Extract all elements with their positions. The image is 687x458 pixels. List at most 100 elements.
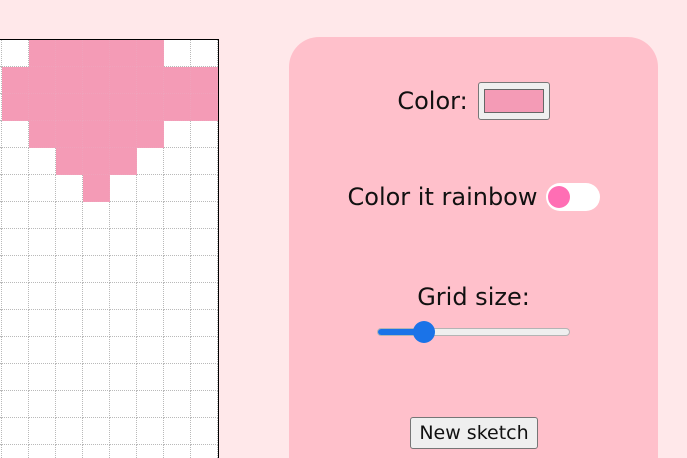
grid-cell[interactable] xyxy=(137,175,164,202)
grid-cell[interactable] xyxy=(29,67,56,94)
grid-cell[interactable] xyxy=(83,418,110,445)
new-sketch-button[interactable]: New sketch xyxy=(410,417,538,449)
grid-cell[interactable] xyxy=(83,175,110,202)
grid-cell[interactable] xyxy=(83,40,110,67)
grid-cell[interactable] xyxy=(110,283,137,310)
grid-cell[interactable] xyxy=(29,202,56,229)
grid-cell[interactable] xyxy=(110,40,137,67)
grid-cell[interactable] xyxy=(83,148,110,175)
grid-cell[interactable] xyxy=(83,310,110,337)
grid-cell[interactable] xyxy=(56,337,83,364)
grid-cell[interactable] xyxy=(83,391,110,418)
grid-cell[interactable] xyxy=(56,283,83,310)
grid-cell[interactable] xyxy=(164,256,191,283)
grid-cell[interactable] xyxy=(164,175,191,202)
grid-cell[interactable] xyxy=(137,337,164,364)
grid-cell[interactable] xyxy=(29,310,56,337)
grid-cell[interactable] xyxy=(29,229,56,256)
grid-cell[interactable] xyxy=(110,67,137,94)
grid-cell[interactable] xyxy=(110,94,137,121)
grid-cell[interactable] xyxy=(191,121,218,148)
grid-cell[interactable] xyxy=(2,148,29,175)
grid-cell[interactable] xyxy=(56,391,83,418)
grid-cell[interactable] xyxy=(164,364,191,391)
grid-cell[interactable] xyxy=(191,67,218,94)
grid-cell[interactable] xyxy=(137,94,164,121)
grid-cell[interactable] xyxy=(110,391,137,418)
grid-cell[interactable] xyxy=(137,418,164,445)
grid-cell[interactable] xyxy=(191,94,218,121)
grid-cell[interactable] xyxy=(164,202,191,229)
grid-cell[interactable] xyxy=(83,445,110,458)
grid-cell[interactable] xyxy=(83,283,110,310)
slider-thumb[interactable] xyxy=(412,321,435,343)
grid-cell[interactable] xyxy=(2,445,29,458)
grid-size-slider[interactable] xyxy=(377,321,570,343)
grid-cell[interactable] xyxy=(83,337,110,364)
grid-cell[interactable] xyxy=(191,337,218,364)
grid-cell[interactable] xyxy=(110,121,137,148)
grid-cell[interactable] xyxy=(110,256,137,283)
grid-cell[interactable] xyxy=(2,94,29,121)
grid-cell[interactable] xyxy=(191,310,218,337)
grid-cell[interactable] xyxy=(164,337,191,364)
grid-cell[interactable] xyxy=(56,445,83,458)
grid-cell[interactable] xyxy=(110,445,137,458)
grid-cell[interactable] xyxy=(191,175,218,202)
grid-cell[interactable] xyxy=(164,94,191,121)
grid-cell[interactable] xyxy=(164,445,191,458)
grid-cell[interactable] xyxy=(29,283,56,310)
grid-cell[interactable] xyxy=(83,67,110,94)
grid-cell[interactable] xyxy=(110,202,137,229)
grid-cell[interactable] xyxy=(110,175,137,202)
grid-cell[interactable] xyxy=(164,283,191,310)
grid-cell[interactable] xyxy=(2,121,29,148)
grid-cell[interactable] xyxy=(164,148,191,175)
grid-cell[interactable] xyxy=(56,202,83,229)
grid-cell[interactable] xyxy=(191,229,218,256)
grid-cell[interactable] xyxy=(191,148,218,175)
grid-cell[interactable] xyxy=(56,310,83,337)
grid-cell[interactable] xyxy=(191,202,218,229)
grid-cell[interactable] xyxy=(2,310,29,337)
grid-cell[interactable] xyxy=(137,67,164,94)
grid-cell[interactable] xyxy=(56,121,83,148)
grid-cell[interactable] xyxy=(137,256,164,283)
grid-cell[interactable] xyxy=(29,148,56,175)
grid-cell[interactable] xyxy=(29,391,56,418)
grid-cell[interactable] xyxy=(29,418,56,445)
grid-cell[interactable] xyxy=(2,229,29,256)
grid-cell[interactable] xyxy=(2,337,29,364)
grid-cell[interactable] xyxy=(56,229,83,256)
grid-cell[interactable] xyxy=(191,364,218,391)
grid-cell[interactable] xyxy=(137,283,164,310)
grid-cell[interactable] xyxy=(83,202,110,229)
grid-cell[interactable] xyxy=(83,229,110,256)
grid-cell[interactable] xyxy=(2,175,29,202)
grid-cell[interactable] xyxy=(29,40,56,67)
grid-cell[interactable] xyxy=(191,256,218,283)
grid-cell[interactable] xyxy=(110,364,137,391)
grid-cell[interactable] xyxy=(137,148,164,175)
grid-cell[interactable] xyxy=(2,67,29,94)
grid-cell[interactable] xyxy=(191,283,218,310)
grid-cell[interactable] xyxy=(56,175,83,202)
sketch-grid[interactable] xyxy=(0,39,219,458)
grid-cell[interactable] xyxy=(29,364,56,391)
grid-cell[interactable] xyxy=(137,364,164,391)
grid-cell[interactable] xyxy=(2,418,29,445)
grid-cell[interactable] xyxy=(29,337,56,364)
grid-cell[interactable] xyxy=(2,202,29,229)
grid-cell[interactable] xyxy=(137,40,164,67)
grid-cell[interactable] xyxy=(110,337,137,364)
grid-cell[interactable] xyxy=(110,148,137,175)
grid-cell[interactable] xyxy=(29,445,56,458)
grid-cell[interactable] xyxy=(2,283,29,310)
grid-cell[interactable] xyxy=(56,94,83,121)
grid-cell[interactable] xyxy=(137,445,164,458)
grid-cell[interactable] xyxy=(191,391,218,418)
grid-cell[interactable] xyxy=(164,391,191,418)
grid-cell[interactable] xyxy=(164,229,191,256)
grid-cell[interactable] xyxy=(83,256,110,283)
grid-cell[interactable] xyxy=(56,40,83,67)
